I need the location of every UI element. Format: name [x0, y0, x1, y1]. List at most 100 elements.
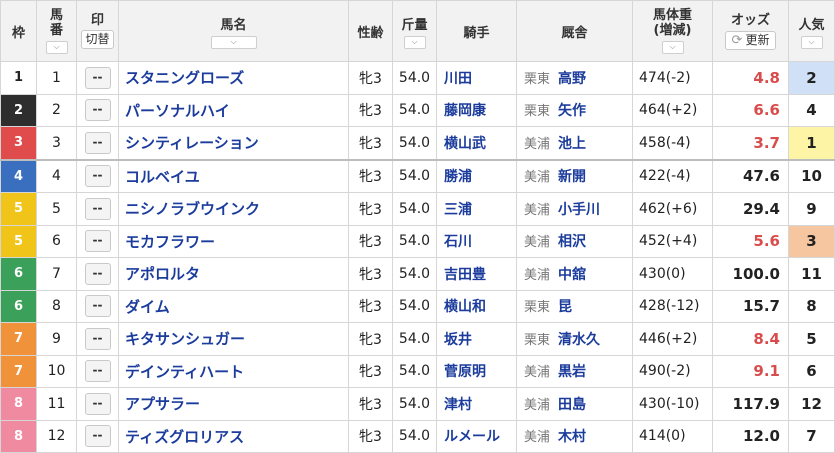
header-odds: オッズ ⟳ 更新 [712, 0, 789, 62]
weight-cell: 54.0 [392, 158, 437, 193]
waku-cell: 2 [0, 93, 37, 127]
popularity-cell: 11 [788, 257, 835, 291]
region-label: 美浦 [524, 235, 551, 251]
mark-button[interactable]: -- [84, 131, 111, 154]
trainer-link[interactable]: 昆 [558, 299, 572, 315]
mark-button[interactable]: -- [84, 392, 111, 415]
mark-cell: -- [76, 61, 119, 95]
trainer-link[interactable]: 清水久 [558, 332, 600, 348]
refresh-odds-button[interactable]: ⟳ 更新 [724, 30, 777, 50]
mark-button[interactable]: -- [84, 197, 111, 220]
mark-button[interactable]: -- [84, 165, 111, 188]
table-row: 8 11 -- アプサラー 牝3 54.0 津村 美浦 田島 430(-10) 117.9 12 [0, 387, 835, 421]
trainer-link[interactable]: 相沢 [558, 234, 586, 250]
trainer-link[interactable]: 矢作 [558, 103, 586, 119]
jockey-link[interactable]: ルメール [436, 419, 517, 453]
bodyweight-cell: 430(0) [632, 257, 713, 291]
chevron-down-icon[interactable]: ⌵ [403, 35, 426, 49]
region-label: 美浦 [524, 365, 551, 381]
jockey-link[interactable]: 石川 [436, 224, 517, 258]
odds-cell: 9.1 [712, 354, 789, 388]
popularity-cell: 1 [788, 126, 835, 160]
horse-name-link[interactable]: スタニングローズ [118, 61, 349, 95]
mark-cell: -- [76, 224, 119, 258]
mark-button[interactable]: -- [84, 66, 111, 89]
waku-cell: 1 [0, 61, 37, 95]
horse-name-link[interactable]: シンティレーション [118, 126, 349, 160]
horse-name-link[interactable]: コルベイユ [118, 158, 349, 193]
trainer-link[interactable]: 中舘 [558, 267, 586, 283]
jockey-link[interactable]: 横山和 [436, 289, 517, 323]
jockey-link[interactable]: 勝浦 [436, 158, 517, 193]
jockey-link[interactable]: 坂井 [436, 322, 517, 356]
horse-name-link[interactable]: アポロルタ [118, 257, 349, 291]
weight-cell: 54.0 [392, 126, 437, 160]
jockey-link[interactable]: 菅原明 [436, 354, 517, 388]
weight-cell: 54.0 [392, 257, 437, 291]
jockey-link[interactable]: 横山武 [436, 126, 517, 160]
horse-name-link[interactable]: キタサンシュガー [118, 322, 349, 356]
jockey-link[interactable]: 川田 [436, 61, 517, 95]
bodyweight-cell: 464(+2) [632, 93, 713, 127]
jockey-link[interactable]: 藤岡康 [436, 93, 517, 127]
header-stable: 厩舎 [516, 0, 633, 62]
trainer-link[interactable]: 木村 [558, 429, 586, 445]
waku-cell: 7 [0, 354, 37, 388]
header-bodyweight[interactable]: 馬体重 (増減) ⌵ [632, 0, 713, 62]
trainer-link[interactable]: 小手川 [558, 202, 600, 218]
mark-cell: -- [76, 289, 119, 323]
chevron-down-icon[interactable]: ⌵ [210, 35, 257, 49]
trainer-link[interactable]: 田島 [558, 397, 586, 413]
horse-name-link[interactable]: アプサラー [118, 387, 349, 421]
region-label: 栗東 [524, 71, 551, 87]
trainer-link[interactable]: 池上 [558, 136, 586, 152]
popularity-cell: 7 [788, 419, 835, 453]
chevron-down-icon[interactable]: ⌵ [800, 35, 823, 49]
trainer-link[interactable]: 新開 [558, 169, 586, 185]
mark-button[interactable]: -- [84, 230, 111, 253]
mark-button[interactable]: -- [84, 295, 111, 318]
mark-cell: -- [76, 387, 119, 421]
horse-name-link[interactable]: ダイム [118, 289, 349, 323]
umaban-cell: 1 [36, 61, 77, 95]
region-label: 美浦 [524, 267, 551, 283]
header-horse[interactable]: 馬名 ⌵ [118, 0, 349, 62]
horse-name-link[interactable]: モカフラワー [118, 224, 349, 258]
horse-name-link[interactable]: パーソナルハイ [118, 93, 349, 127]
odds-cell: 117.9 [712, 387, 789, 421]
horse-name-link[interactable]: デインティハート [118, 354, 349, 388]
header-row: 枠 馬 番 ⌵ 印 切替 馬名 ⌵ 性齢 斤量 ⌵ 騎手 厩舎 馬体重 (増減)… [0, 0, 835, 62]
popularity-cell: 12 [788, 387, 835, 421]
jockey-link[interactable]: 吉田豊 [436, 257, 517, 291]
waku-cell: 3 [0, 126, 37, 160]
chevron-down-icon[interactable]: ⌵ [661, 41, 684, 54]
jockey-link[interactable]: 三浦 [436, 192, 517, 226]
jockey-link[interactable]: 津村 [436, 387, 517, 421]
sexage-cell: 牝3 [348, 61, 393, 95]
mark-button[interactable]: -- [84, 99, 111, 122]
sexage-cell: 牝3 [348, 257, 393, 291]
trainer-link[interactable]: 高野 [558, 71, 586, 87]
bodyweight-cell: 458(-4) [632, 126, 713, 160]
refresh-icon: ⟳ [731, 32, 743, 48]
trainer-link[interactable]: 黒岩 [558, 364, 586, 380]
mark-toggle-button[interactable]: 切替 [81, 30, 114, 49]
waku-cell: 5 [0, 224, 37, 258]
header-weight[interactable]: 斤量 ⌵ [392, 0, 437, 62]
stable-cell: 栗東 清水久 [516, 322, 633, 356]
mark-button[interactable]: -- [84, 327, 111, 350]
popularity-cell: 4 [788, 93, 835, 127]
region-label: 栗東 [524, 300, 551, 316]
mark-button[interactable]: -- [84, 262, 111, 285]
weight-cell: 54.0 [392, 61, 437, 95]
stable-cell: 美浦 池上 [516, 126, 633, 160]
header-umaban[interactable]: 馬 番 ⌵ [36, 0, 77, 62]
horse-name-link[interactable]: ティズグロリアス [118, 419, 349, 453]
chevron-down-icon[interactable]: ⌵ [45, 41, 68, 54]
umaban-cell: 11 [36, 387, 77, 421]
popularity-cell: 3 [788, 224, 835, 258]
horse-name-link[interactable]: ニシノラブウインク [118, 192, 349, 226]
mark-button[interactable]: -- [84, 360, 111, 383]
mark-button[interactable]: -- [84, 425, 111, 448]
header-popularity[interactable]: 人気 ⌵ [788, 0, 835, 62]
